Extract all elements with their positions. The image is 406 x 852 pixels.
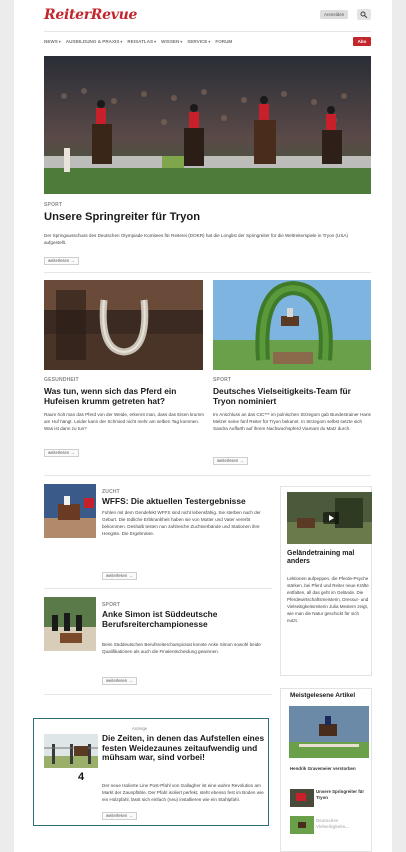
search-icon (360, 11, 368, 18)
nav-item-wissen[interactable]: WISSEN▾ (161, 37, 182, 47)
wffs-image[interactable] (44, 484, 96, 538)
header-divider (44, 31, 371, 32)
popular-top-caption[interactable]: Hendrik Gravemeier verstorben (290, 766, 370, 772)
list2-text: Beim Süddeutschen Berufsreiterchampionat… (102, 642, 261, 655)
video-title[interactable]: Geländetraining mal anders (287, 550, 369, 566)
nav-item-reisatlas[interactable]: REISATLAS▾ (127, 37, 156, 47)
hero-kicker: SPORT (44, 202, 63, 208)
video-text: Lektionen aufpeppen, die Pferde-Psyche s… (287, 576, 369, 623)
section-divider (44, 694, 272, 695)
nav-item-news[interactable]: NEWS▾ (44, 37, 61, 47)
horseshoe-image[interactable] (44, 280, 203, 370)
list2-read-more-button[interactable]: weiterlesen → (102, 677, 137, 685)
ad-read-more-button[interactable]: weiterlesen → (102, 812, 137, 820)
search-button[interactable] (357, 9, 371, 20)
card-right-read-more-button[interactable]: weiterlesen → (213, 457, 248, 465)
site-logo[interactable]: ReiterRevue (44, 7, 137, 23)
hero-image[interactable] (44, 56, 371, 194)
list2-kicker: SPORT (102, 602, 121, 608)
card-right-text: Im Anschluss an das CIC*** im polnischen… (213, 412, 371, 432)
card-right-kicker: SPORT (213, 377, 232, 383)
site-header: ReiterRevue Anmelden (14, 0, 392, 30)
popular-top-image[interactable] (289, 706, 369, 758)
card-left-kicker: GESUNDHEIT (44, 377, 79, 383)
ad-text: Der neue Isolierte Line Post-Pfahl von G… (102, 783, 264, 803)
section-divider (44, 475, 371, 476)
marker-number: 4 (78, 771, 85, 783)
card-right-title[interactable]: Deutsches Vielseitigkeits-Team für Tryon… (213, 386, 371, 406)
ad-title[interactable]: Die Zeiten, in denen das Aufstellen eine… (102, 733, 272, 763)
page: ReiterRevue Anmelden NEWS▾ AUSBILDUNG & … (14, 0, 392, 852)
popular-item-2[interactable]: Deutsches Vielseitigkeits... (316, 818, 370, 829)
section-divider (44, 272, 371, 273)
popular-heading: Meistgelesene Artikel (290, 692, 356, 699)
section-divider (44, 588, 272, 589)
list1-text: Fohlen mit dem Gendefekt WFFS sind nicht… (102, 510, 261, 537)
abo-button[interactable]: Abo (353, 37, 371, 46)
nav-item-service[interactable]: SERVICE▾ (187, 37, 210, 47)
video-thumbnail[interactable] (287, 492, 372, 544)
chevron-down-icon: ▾ (180, 39, 183, 44)
popular-thumb-1[interactable] (290, 789, 314, 807)
anke-simon-image[interactable] (44, 597, 96, 651)
card-left-title[interactable]: Was tun, wenn sich das Pferd ein Hufeise… (44, 386, 204, 406)
list1-kicker: ZUCHT (102, 489, 120, 495)
main-nav: NEWS▾ AUSBILDUNG & PRAXIS▾ REISATLAS▾ WI… (44, 37, 232, 47)
ad-label: Anzeige (132, 726, 148, 731)
nav-item-forum[interactable]: FORUM (215, 37, 232, 47)
play-icon[interactable] (323, 512, 339, 524)
list1-read-more-button[interactable]: weiterlesen → (102, 572, 137, 580)
chevron-down-icon: ▾ (208, 39, 211, 44)
list1-title[interactable]: WFFS: Die aktuellen Testergebnisse (102, 496, 272, 507)
card-left-text: Raum holt man das Pferd von der Weide, e… (44, 412, 205, 432)
chevron-down-icon: ▾ (120, 39, 123, 44)
popular-item-1[interactable]: Unsere Springreiter für Tryon (316, 789, 370, 800)
nav-item-ausbildung[interactable]: AUSBILDUNG & PRAXIS▾ (66, 37, 123, 47)
chevron-down-icon: ▾ (58, 39, 61, 44)
login-button[interactable]: Anmelden (320, 10, 349, 19)
chevron-down-icon: ▾ (154, 39, 157, 44)
hero-read-more-button[interactable]: weiterlesen → (44, 257, 79, 265)
hero-title[interactable]: Unsere Springreiter für Tryon (44, 211, 371, 224)
list2-title[interactable]: Anke Simon ist Süddeutsche Berufsreiterc… (102, 609, 272, 629)
hero-text: Der Springausschuss des Deutschen Olympi… (44, 233, 348, 246)
popular-thumb-2[interactable] (290, 816, 314, 834)
eventing-image[interactable] (213, 280, 371, 370)
ad-image[interactable] (44, 734, 98, 768)
card-left-read-more-button[interactable]: weiterlesen → (44, 449, 79, 457)
